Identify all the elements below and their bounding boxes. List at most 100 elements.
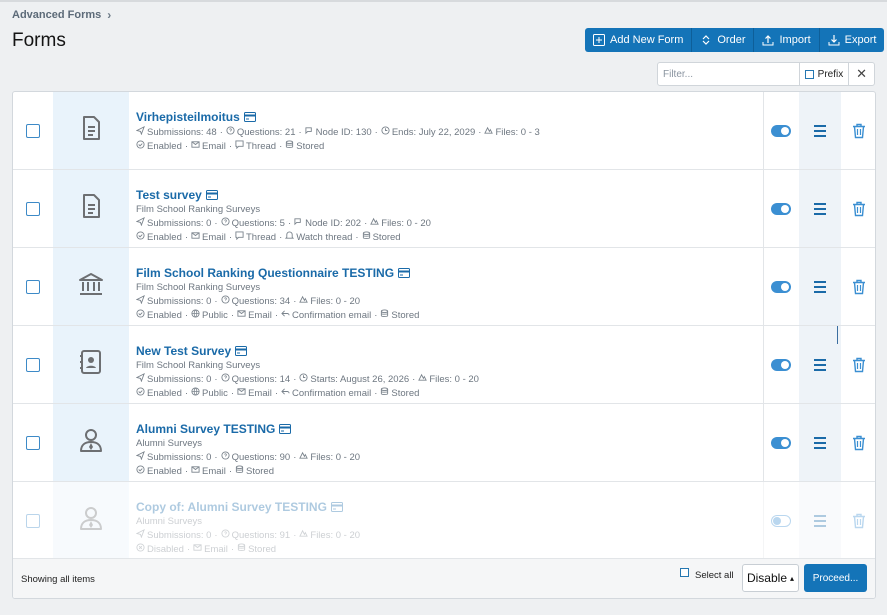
flag-label: Enabled [147, 140, 182, 152]
form-flags: Enabled · Email · Thread · Stored [136, 140, 756, 152]
meta-questions-text: Questions: 91 [231, 529, 291, 541]
meta-date-text: Ends: July 22, 2029 [391, 126, 476, 138]
menu-icon[interactable] [812, 123, 828, 139]
flag-label: Email [202, 140, 226, 152]
flag-label: Email [202, 465, 226, 477]
form-type-cell [53, 92, 129, 169]
order-label: Order [717, 34, 746, 46]
prefix-checkbox[interactable] [804, 69, 814, 79]
select-all-checkbox[interactable] [680, 568, 689, 577]
form-title-link[interactable]: Test survey [136, 188, 202, 202]
meta-submissions-text: Submissions: 0 [147, 373, 212, 385]
forms-list: Virhepisteilmoitus Submissions: 48 · Quest… [12, 91, 876, 599]
form-title: New Test Survey [136, 344, 756, 358]
flag-stored: Stored [362, 231, 401, 243]
enable-toggle[interactable] [771, 514, 792, 527]
prefix-label: Prefix [817, 68, 844, 80]
toggle-cell [764, 482, 799, 559]
breadcrumb-link[interactable]: Advanced Forms [12, 9, 101, 21]
trash-icon[interactable] [851, 279, 867, 295]
export-button[interactable]: Export [820, 28, 885, 52]
clear-filter-button[interactable]: ✕ [848, 63, 874, 85]
card-icon [330, 502, 343, 512]
bulk-action-select[interactable]: Disable ▴ [742, 564, 799, 592]
meta-files-text: Files: 0 - 20 [429, 373, 479, 385]
meta-files: Files: 0 - 20 [299, 295, 360, 307]
proceed-button[interactable]: Proceed... [804, 564, 867, 592]
enable-toggle[interactable] [771, 280, 792, 293]
menu-icon[interactable] [812, 513, 828, 529]
enable-toggle[interactable] [771, 358, 792, 371]
form-title-link[interactable]: Copy of: Alumni Survey TESTING [136, 500, 327, 514]
form-type-cell [53, 326, 129, 403]
enable-toggle[interactable] [771, 124, 792, 137]
delete-cell [841, 404, 875, 481]
menu-cell [798, 92, 842, 169]
filter-input[interactable] [658, 63, 799, 85]
enable-toggle[interactable] [771, 202, 792, 215]
row-checkbox[interactable] [26, 280, 40, 294]
upload-icon [762, 35, 774, 46]
form-type-cell [53, 170, 129, 247]
flag-enabled: Enabled [136, 387, 182, 399]
breadcrumb: Advanced Forms › [12, 8, 111, 22]
menu-icon[interactable] [812, 357, 828, 373]
trash-icon[interactable] [851, 357, 867, 373]
import-button[interactable]: Import [754, 28, 820, 52]
form-row: Test survey Film School Ranking Surveys … [13, 170, 875, 248]
row-checkbox[interactable] [26, 436, 40, 450]
delete-cell [841, 170, 875, 247]
flag-enabled: Enabled [136, 140, 182, 152]
meta-submissions: Submissions: 48 [135, 125, 217, 138]
select-all[interactable]: Select all [680, 568, 734, 581]
prefix-toggle[interactable]: Prefix [798, 63, 849, 85]
toolbar: Add New Form Order Import Export [585, 28, 885, 52]
form-title-link[interactable]: Virhepisteilmoitus [136, 110, 240, 124]
flag-stored: Stored [380, 387, 419, 399]
menu-cell [798, 170, 842, 247]
form-title-link[interactable]: Alumni Survey TESTING [136, 422, 275, 436]
export-label: Export [844, 34, 877, 46]
card-icon [398, 268, 411, 278]
row-checkbox[interactable] [26, 514, 40, 528]
form-title-link[interactable]: New Test Survey [136, 344, 231, 358]
trash-icon[interactable] [851, 513, 867, 529]
form-stats: Submissions: 0 · Questions: 90 · Files: 0 - … [135, 450, 756, 463]
add-new-form-button[interactable]: Add New Form [585, 28, 693, 52]
trash-icon[interactable] [851, 201, 867, 217]
plus-square-icon [593, 34, 605, 46]
enabled-icon [136, 387, 145, 399]
meta-submissions: Submissions: 0 [135, 450, 211, 463]
menu-icon[interactable] [812, 279, 828, 295]
enable-toggle[interactable] [771, 436, 792, 449]
row-checkbox[interactable] [26, 358, 40, 372]
flag-label: Thread [245, 140, 277, 152]
meta-node: Node ID: 202 [294, 217, 361, 229]
meta-files-text: Files: 0 - 20 [310, 451, 361, 463]
flag-email: Email [191, 465, 226, 477]
add-new-form-label: Add New Form [610, 34, 684, 46]
email-icon [191, 140, 200, 152]
form-info: Test survey Film School Ranking Surveys … [135, 188, 756, 243]
thread-icon [235, 231, 244, 243]
form-title-link[interactable]: Film School Ranking Questionnaire TESTIN… [136, 266, 394, 280]
menu-icon[interactable] [812, 201, 828, 217]
row-checkbox[interactable] [26, 202, 40, 216]
meta-date-text: Starts: August 26, 2026 [310, 373, 410, 385]
meta-questions-text: Questions: 5 [231, 217, 285, 229]
card-icon [235, 346, 248, 356]
trash-icon[interactable] [851, 435, 867, 451]
row-actions [763, 92, 875, 169]
form-flags: Enabled · Email · Stored [136, 465, 756, 477]
flag-label: Public [202, 387, 228, 399]
form-info: New Test Survey Film School Ranking Surv… [135, 344, 756, 399]
order-button[interactable]: Order [692, 28, 755, 52]
menu-icon[interactable] [812, 435, 828, 451]
trash-icon[interactable] [851, 123, 867, 139]
enabled-icon [136, 140, 145, 152]
row-checkbox[interactable] [26, 124, 40, 138]
toggle-cell [764, 170, 799, 247]
form-category: Film School Ranking Surveys [136, 360, 261, 371]
delete-cell [841, 92, 875, 169]
flag-public: Public [191, 387, 228, 399]
